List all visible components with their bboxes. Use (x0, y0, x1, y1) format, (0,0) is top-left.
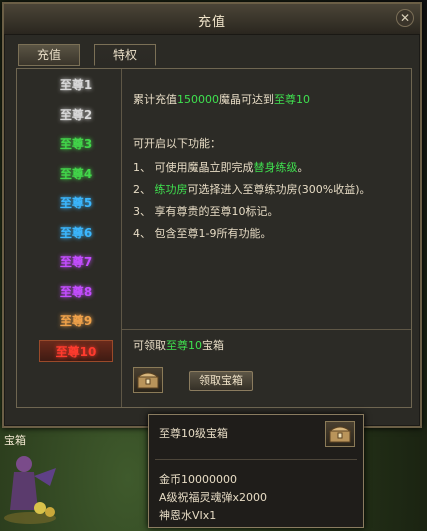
vip-level-label: 至尊3 (59, 137, 93, 151)
vip-level-item[interactable]: 至尊9 (39, 310, 113, 332)
vip-level-label: 至尊8 (59, 285, 93, 299)
vip-level-label: 至尊6 (59, 226, 93, 240)
divider-vertical (121, 69, 122, 407)
window-title: 充值 (197, 15, 226, 30)
features-header: 可开启以下功能： (133, 137, 221, 150)
privilege-panel: 至尊1 至尊2 至尊3 至尊4 至尊5 至尊6 至尊7 至尊8 至尊9 至尊10 累计充值1500… (16, 68, 412, 408)
vip-level-item[interactable]: 至尊5 (39, 192, 113, 214)
recharge-requirement: 累计充值150000魔晶可达到至尊10 (133, 93, 310, 106)
tooltip-item: 金币10000000 (159, 473, 237, 486)
vip-level-item[interactable]: 至尊4 (39, 163, 113, 185)
tooltip-chest-icon (325, 421, 355, 447)
tooltip-item: A级祝福灵魂弹x2000 (159, 491, 268, 504)
feature-4: 4、 包含至尊1-9所有功能。 (133, 227, 272, 240)
tooltip-separator (155, 459, 357, 460)
vip-level-item[interactable]: 至尊7 (39, 251, 113, 273)
vip-level-item[interactable]: 至尊8 (39, 281, 113, 303)
feature-2: 2、 练功房可选择进入至尊练功房(300%收益)。 (133, 183, 371, 196)
character-sprite (0, 446, 60, 526)
tab-recharge[interactable]: 充值 (18, 44, 80, 66)
tooltip-title: 至尊10级宝箱 (159, 427, 228, 440)
vip-level-item[interactable]: 至尊2 (39, 104, 113, 126)
chest-tooltip: 至尊10级宝箱 金币10000000 A级祝福灵魂弹x2000 神恩水VIx1 (148, 414, 364, 528)
vip-level-label: 至尊2 (59, 108, 93, 122)
vip-level-label: 至尊7 (59, 255, 93, 269)
reward-text: 可领取至尊10宝箱 (133, 339, 224, 352)
claim-chest-button[interactable]: 领取宝箱 (189, 371, 253, 391)
vip-level-label: 至尊9 (59, 314, 93, 328)
feature-1: 1、 可使用魔晶立即完成替身练级。 (133, 161, 309, 174)
vip-level-item[interactable]: 至尊1 (39, 74, 113, 96)
recharge-window: 充值 ✕ 充值 特权 至尊1 至尊2 至尊3 至尊4 至尊5 至尊6 至尊7 至尊8 至尊9 至尊… (2, 2, 422, 428)
tooltip-item: 神恩水VIx1 (159, 509, 217, 522)
vip-level-item[interactable]: 至尊3 (39, 133, 113, 155)
vip-level-label: 至尊5 (59, 196, 93, 210)
treasure-chest-icon[interactable] (133, 367, 163, 393)
vip-level-item[interactable]: 至尊10 (39, 340, 113, 362)
tab-privilege[interactable]: 特权 (94, 44, 156, 66)
feature-3: 3、 享有尊贵的至尊10标记。 (133, 205, 279, 218)
vip-level-label: 至尊4 (59, 167, 93, 181)
close-icon[interactable]: ✕ (396, 9, 414, 27)
divider-horizontal (121, 329, 411, 330)
window-titlebar[interactable]: 充值 ✕ (4, 4, 420, 35)
vip-level-item[interactable]: 至尊6 (39, 222, 113, 244)
vip-level-label: 至尊1 (59, 78, 93, 92)
vip-level-label: 至尊10 (55, 345, 97, 359)
